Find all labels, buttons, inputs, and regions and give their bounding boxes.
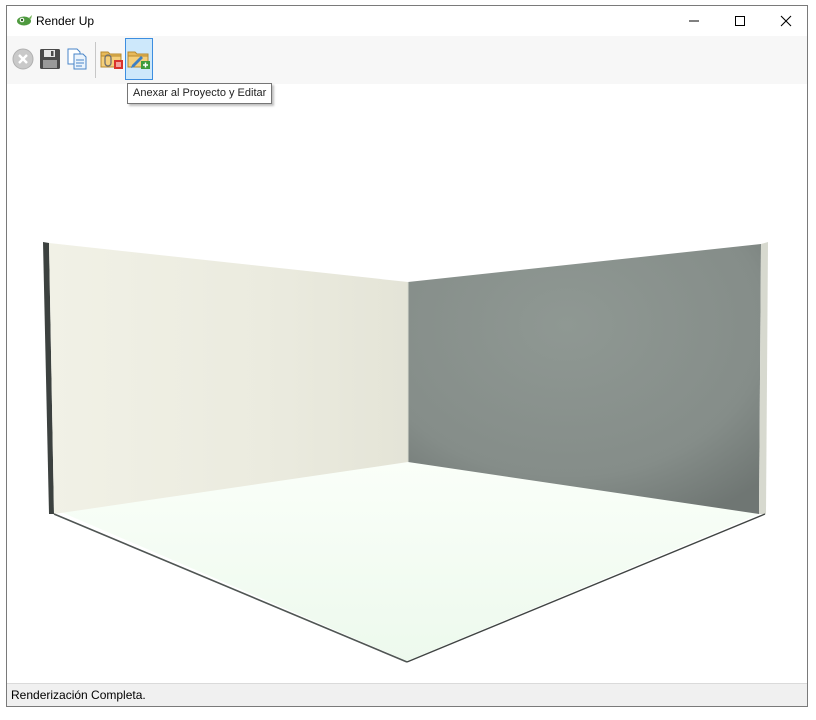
save-button[interactable] bbox=[36, 38, 64, 80]
status-text: Renderización Completa. bbox=[11, 688, 146, 702]
folder-attach-icon bbox=[100, 51, 123, 69]
title-bar[interactable]: Render Up bbox=[7, 6, 807, 36]
copy-pages-icon bbox=[67, 48, 87, 70]
app-leaf-icon bbox=[17, 15, 32, 26]
room-render bbox=[43, 242, 768, 663]
window-title: Render Up bbox=[36, 14, 95, 28]
toolbar-separator bbox=[95, 42, 96, 78]
cancel-icon bbox=[12, 48, 34, 70]
folder-edit-icon bbox=[127, 51, 150, 69]
minimize-button[interactable] bbox=[671, 6, 717, 36]
render-viewport[interactable] bbox=[7, 84, 807, 684]
save-disk-icon bbox=[40, 49, 60, 69]
copy-button[interactable] bbox=[63, 38, 91, 80]
toolbar-tooltip: Anexar al Proyecto y Editar bbox=[127, 83, 273, 104]
maximize-icon bbox=[735, 16, 745, 26]
toolbar bbox=[7, 36, 807, 85]
minimize-icon bbox=[689, 20, 699, 22]
status-bar: Renderización Completa. bbox=[7, 683, 807, 706]
render-up-window: Render Up Renderización Completa. bbox=[6, 5, 808, 707]
attach-to-project-and-edit-button[interactable] bbox=[125, 38, 153, 80]
cancel-render-button[interactable] bbox=[9, 38, 37, 80]
close-icon bbox=[780, 15, 792, 27]
close-button[interactable] bbox=[763, 6, 809, 36]
attach-to-project-button[interactable] bbox=[98, 38, 126, 80]
maximize-button[interactable] bbox=[717, 6, 763, 36]
